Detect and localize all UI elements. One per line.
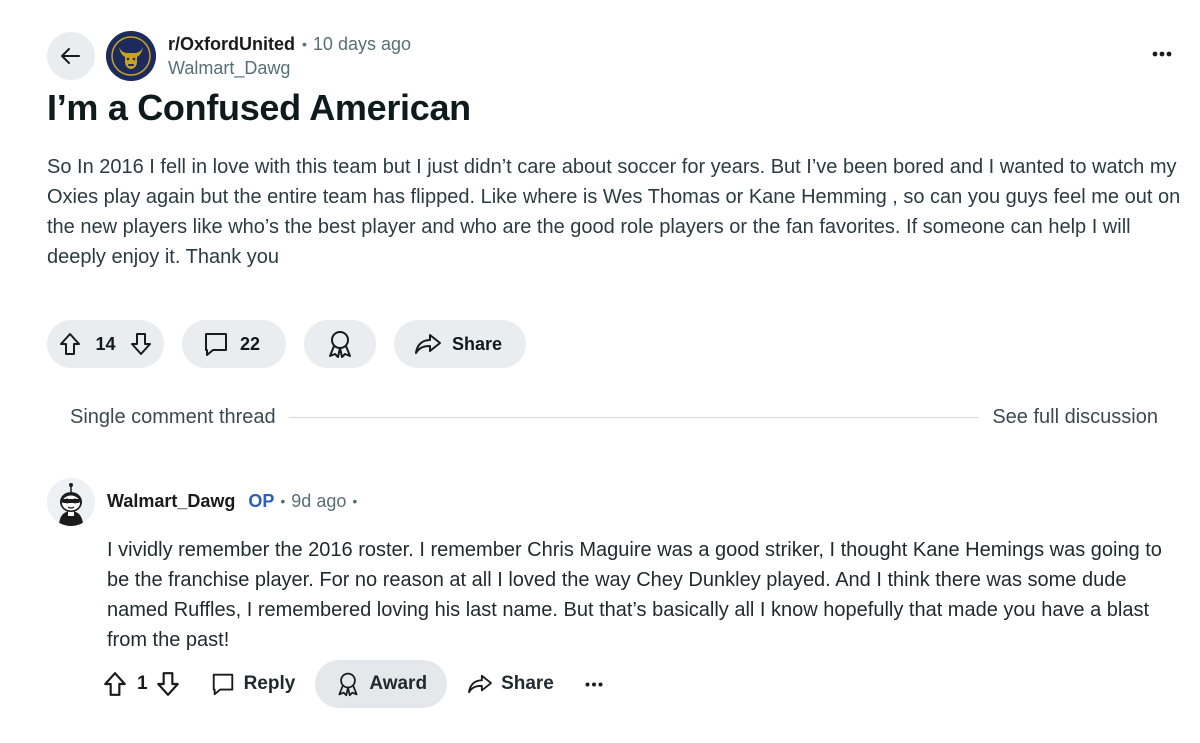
- comment-share-button[interactable]: Share: [447, 660, 574, 708]
- comment-action-bar: 1 Reply Award Share: [103, 660, 614, 708]
- subreddit-link[interactable]: r/OxfordUnited: [168, 33, 295, 55]
- reply-label: Reply: [243, 673, 296, 694]
- post-timestamp: 10 days ago: [312, 34, 411, 54]
- op-badge: OP: [248, 491, 275, 511]
- thread-label: Single comment thread: [70, 406, 276, 428]
- meta-separator: •: [352, 493, 358, 509]
- share-arrow-icon: [468, 674, 492, 694]
- post-comment-count: 22: [240, 333, 261, 354]
- award-ribbon-icon: [329, 331, 351, 358]
- thread-bar: Single comment thread See full discussio…: [70, 406, 1158, 429]
- see-full-discussion-link[interactable]: See full discussion: [992, 406, 1158, 429]
- meta-separator: •: [302, 36, 307, 52]
- upvote-button[interactable]: [59, 332, 81, 356]
- comment-vote-count: 1: [137, 673, 148, 694]
- ellipsis-icon: [585, 682, 603, 686]
- award-ribbon-icon: [338, 672, 358, 697]
- subreddit-avatar[interactable]: [106, 31, 156, 81]
- back-button[interactable]: [47, 32, 95, 80]
- comment-upvote-button[interactable]: [103, 671, 127, 697]
- award-button[interactable]: [304, 320, 376, 368]
- share-label: Share: [452, 333, 503, 354]
- snoo-avatar-icon: [47, 478, 95, 526]
- comment-meta: Walmart_Dawg OP • 9d ago •: [107, 490, 363, 512]
- thread-divider: [288, 417, 980, 418]
- post-vote-count: 14: [95, 333, 116, 354]
- arrow-down-icon: [131, 333, 151, 355]
- post-body: So In 2016 I fell in love with this team…: [47, 156, 1181, 268]
- arrow-up-icon: [104, 672, 126, 696]
- more-options-button[interactable]: [1146, 42, 1178, 66]
- oxford-ox-crest-icon: [106, 31, 156, 81]
- comment-body: I vividly remember the 2016 roster. I re…: [107, 539, 1162, 651]
- comment-timestamp: 9d ago: [291, 491, 347, 511]
- speech-bubble-icon: [212, 673, 233, 696]
- reply-button[interactable]: Reply: [190, 660, 316, 708]
- arrow-up-icon: [60, 333, 80, 355]
- comment-more-button[interactable]: [574, 660, 614, 708]
- downvote-button[interactable]: [130, 332, 152, 356]
- award-label: Award: [369, 673, 428, 694]
- share-arrow-icon: [415, 334, 441, 354]
- speech-bubble-icon: [205, 333, 227, 356]
- comments-button[interactable]: 22: [182, 320, 286, 368]
- meta-separator: •: [280, 493, 286, 509]
- comment-author-link[interactable]: Walmart_Dawg: [107, 490, 235, 512]
- post-meta: r/OxfordUnited • 10 days ago Walmart_Daw…: [168, 33, 411, 79]
- share-button[interactable]: Share: [394, 320, 526, 368]
- ellipsis-icon: [1152, 51, 1172, 57]
- vote-control: 14: [47, 320, 164, 368]
- post-title: I’m a Confused American: [47, 87, 471, 128]
- post-author-link[interactable]: Walmart_Dawg: [168, 57, 411, 79]
- comment-vote-control: 1: [103, 671, 180, 697]
- comment-downvote-button[interactable]: [156, 671, 180, 697]
- arrow-left-icon: [61, 48, 80, 64]
- post-action-bar: 14 22 Share: [47, 320, 526, 368]
- comment-share-label: Share: [501, 673, 554, 694]
- comment-avatar[interactable]: [47, 478, 95, 526]
- comment-award-button[interactable]: Award: [315, 660, 448, 708]
- arrow-down-icon: [156, 672, 179, 696]
